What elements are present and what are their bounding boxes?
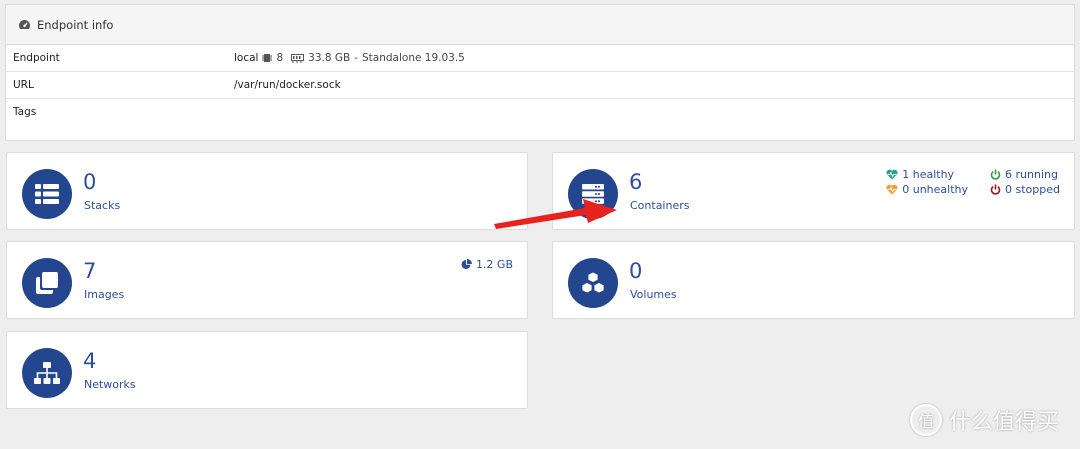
volumes-label: Volumes	[630, 288, 677, 301]
pie-chart-icon	[461, 259, 472, 269]
separator: -	[354, 52, 359, 64]
networks-count: 4	[83, 349, 97, 373]
clone-icon	[36, 272, 58, 294]
unhealthy-status: 0 unhealthy	[886, 183, 968, 196]
healthy-count: 1 healthy	[902, 168, 955, 181]
endpoint-row: Endpoint local 8 33.8 GB - Standalone 19…	[6, 45, 1074, 72]
endpoint-name: local	[234, 52, 259, 64]
endpoint-value: local 8 33.8 GB - Standalone 19.03.5	[234, 52, 465, 64]
cpu-count: 8	[276, 52, 284, 64]
healthy-status: 1 healthy	[886, 168, 968, 181]
watermark-logo: 值 什么值得买	[910, 404, 1059, 436]
stacks-icon-circle	[22, 169, 72, 219]
images-widget[interactable]: 7 Images 1.2 GB	[6, 241, 528, 319]
volumes-icon-circle	[568, 258, 618, 308]
cubes-icon	[581, 271, 605, 294]
images-count: 7	[83, 259, 97, 283]
images-size-value: 1.2 GB	[475, 258, 513, 271]
stopped-count: 0 stopped	[1005, 183, 1060, 196]
endpoint-mode: Standalone 19.03.5	[362, 52, 465, 64]
endpoint-key: Endpoint	[13, 52, 60, 64]
containers-label: Containers	[630, 199, 690, 212]
networks-icon-circle	[22, 348, 72, 398]
container-status-grid: 1 healthy 6 running 0 unhealthy 0 stoppe…	[886, 168, 1060, 196]
url-value: /var/run/docker.sock	[234, 79, 341, 91]
power-icon	[990, 184, 1001, 195]
volumes-count: 0	[629, 259, 643, 283]
stacks-widget[interactable]: 0 Stacks	[6, 152, 528, 230]
volumes-widget[interactable]: 0 Volumes	[552, 241, 1075, 319]
panel-header: Endpoint info	[6, 5, 1074, 45]
stacks-count: 0	[83, 170, 97, 194]
watermark-badge: 值	[910, 404, 942, 436]
endpoint-info-panel: Endpoint info Endpoint local 8 33.8 GB -…	[5, 4, 1075, 141]
running-count: 6 running	[1005, 168, 1058, 181]
networks-label: Networks	[84, 378, 136, 391]
stacks-label: Stacks	[84, 199, 121, 212]
tags-key: Tags	[13, 106, 37, 118]
images-icon-circle	[22, 258, 72, 308]
memory-size: 33.8 GB	[308, 52, 351, 64]
panel-title: Endpoint info	[37, 17, 114, 32]
memory-icon	[291, 53, 305, 63]
cpu-icon	[262, 54, 273, 62]
unhealthy-count: 0 unhealthy	[902, 183, 969, 196]
watermark-text: 什么值得买	[949, 410, 1060, 435]
networks-widget[interactable]: 4 Networks	[6, 331, 528, 409]
stopped-status: 0 stopped	[990, 183, 1060, 196]
containers-count: 6	[629, 170, 643, 194]
url-row: URL /var/run/docker.sock	[6, 72, 1074, 99]
list-icon	[35, 184, 59, 204]
heartbeat-icon	[886, 184, 898, 195]
containers-widget[interactable]: 6 Containers 1 healthy 6 running 0 unhea…	[552, 152, 1075, 230]
server-icon	[582, 184, 604, 204]
sitemap-icon	[34, 362, 60, 384]
images-size: 1.2 GB	[461, 258, 513, 271]
containers-icon-circle	[568, 169, 618, 219]
heartbeat-icon	[886, 169, 898, 180]
images-label: Images	[84, 288, 125, 301]
running-status: 6 running	[990, 168, 1060, 181]
tags-row: Tags	[6, 99, 1074, 141]
power-icon	[990, 169, 1001, 180]
url-key: URL	[13, 79, 34, 91]
tachometer-icon	[18, 19, 31, 29]
